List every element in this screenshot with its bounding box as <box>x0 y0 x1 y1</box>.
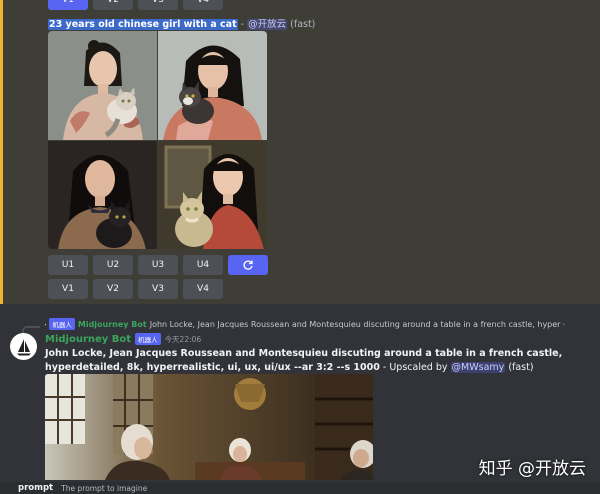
prompt-text: 23 years old chinese girl with a cat <box>48 19 238 30</box>
mode-label: (fast) <box>508 362 534 373</box>
prompt-line: 23 years old chinese girl with a cat - @… <box>48 16 315 30</box>
separator: - <box>237 19 248 30</box>
bot-mini-avatar-icon <box>45 323 47 325</box>
upscale-button-2[interactable]: U2 <box>93 255 133 275</box>
user-mention[interactable]: @MWsamy <box>450 362 506 373</box>
upscaled-by-label: - Upscaled by <box>379 362 451 373</box>
grid-image-1[interactable] <box>48 31 157 140</box>
variation-button-3[interactable]: V3 <box>138 279 178 299</box>
variation-button-1-top[interactable]: V1 <box>48 0 88 10</box>
upscaled-image[interactable] <box>45 374 373 480</box>
command-option-description: The prompt to imagine <box>61 483 148 493</box>
variation-button-3-top[interactable]: V3 <box>138 0 178 10</box>
portrait-image-2 <box>158 31 267 140</box>
command-bar[interactable]: prompt The prompt to imagine <box>0 482 600 494</box>
reply-bot-tag: 机器人 <box>49 318 75 330</box>
highlighted-message: V1 V2 V3 V4 23 years old chinese girl wi… <box>0 0 600 304</box>
command-option-name[interactable]: prompt <box>18 483 53 493</box>
author-name[interactable]: Midjourney Bot <box>45 334 131 345</box>
refresh-icon <box>243 260 253 270</box>
upscale-button-4[interactable]: U4 <box>183 255 223 275</box>
upscale-button-1[interactable]: U1 <box>48 255 88 275</box>
mode-label: (fast) <box>290 19 316 30</box>
portrait-image-3 <box>48 141 157 249</box>
variation-button-2-top[interactable]: V2 <box>93 0 133 10</box>
bot-avatar[interactable] <box>10 333 37 360</box>
reply-reference[interactable]: 机器人 Midjourney Bot John Locke, Jean Jacq… <box>45 318 565 330</box>
grid-image-4[interactable] <box>158 141 267 249</box>
upscale-button-3[interactable]: U3 <box>138 255 178 275</box>
sailboat-icon <box>16 338 31 355</box>
watermark: 知乎 @开放云 <box>478 459 586 479</box>
bot-tag: 机器人 <box>135 333 161 345</box>
reply-text: John Locke, Jean Jacques Roussean and Mo… <box>149 319 561 329</box>
variation-button-1[interactable]: V1 <box>48 279 88 299</box>
variation-button-4[interactable]: V4 <box>183 279 223 299</box>
user-mention[interactable]: @开放云 <box>247 19 288 30</box>
variation-button-4-top[interactable]: V4 <box>183 0 223 10</box>
image-icon <box>563 323 565 325</box>
variation-button-2[interactable]: V2 <box>93 279 133 299</box>
grid-image-3[interactable] <box>48 141 157 249</box>
message-header: Midjourney Bot 机器人 今天22:06 <box>45 333 201 345</box>
message-content: John Locke, Jean Jacques Roussean and Mo… <box>45 347 590 375</box>
portrait-image-4 <box>158 141 267 249</box>
reroll-button[interactable] <box>228 255 268 275</box>
portrait-image-1 <box>48 31 157 140</box>
timestamp: 今天22:06 <box>164 334 202 344</box>
image-grid[interactable] <box>48 31 267 249</box>
reply-author[interactable]: Midjourney Bot <box>78 320 147 329</box>
philosophers-painting <box>45 374 373 480</box>
grid-image-2[interactable] <box>158 31 267 140</box>
